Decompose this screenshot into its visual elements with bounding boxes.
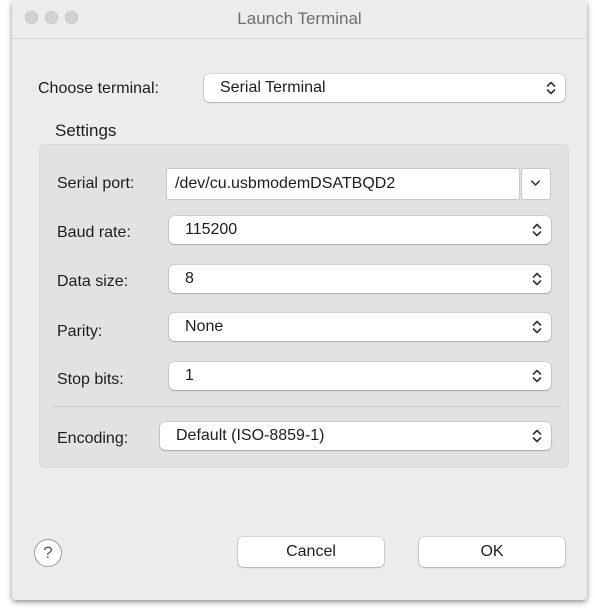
stop-bits-value: 1 <box>185 367 194 384</box>
ok-button[interactable]: OK <box>419 537 565 567</box>
settings-group-title: Settings <box>55 121 117 140</box>
updown-chevron-icon <box>532 272 542 286</box>
choose-terminal-label: Choose terminal: <box>38 80 159 97</box>
choose-terminal-popup[interactable]: Serial Terminal <box>204 74 565 102</box>
stop-bits-label: Stop bits: <box>57 371 124 388</box>
serial-port-label: Serial port: <box>57 175 135 192</box>
baud-rate-label: Baud rate: <box>57 224 131 241</box>
chevron-down-icon <box>531 180 541 186</box>
updown-chevron-icon <box>532 223 542 237</box>
title-bar: Launch Terminal <box>12 0 587 39</box>
updown-chevron-icon <box>532 369 542 383</box>
cancel-button[interactable]: Cancel <box>238 537 384 567</box>
stop-bits-popup[interactable]: 1 <box>169 362 551 390</box>
settings-separator <box>52 406 562 407</box>
data-size-value: 8 <box>185 270 194 287</box>
serial-port-dropdown-button[interactable] <box>521 168 551 200</box>
parity-label: Parity: <box>57 323 103 340</box>
launch-terminal-dialog: Launch Terminal Choose terminal: Serial … <box>12 0 587 600</box>
encoding-label: Encoding: <box>57 430 129 447</box>
serial-port-value: /dev/cu.usbmodemDSATBQD2 <box>175 175 396 192</box>
parity-popup[interactable]: None <box>169 313 551 341</box>
parity-value: None <box>185 318 224 335</box>
baud-rate-popup[interactable]: 115200 <box>169 216 551 244</box>
help-icon[interactable]: ? <box>34 539 62 567</box>
data-size-popup[interactable]: 8 <box>169 265 551 293</box>
choose-terminal-value: Serial Terminal <box>220 79 326 96</box>
baud-rate-value: 115200 <box>185 221 238 238</box>
updown-chevron-icon <box>546 81 556 95</box>
updown-chevron-icon <box>532 320 542 334</box>
encoding-value: Default (ISO-8859-1) <box>176 427 325 444</box>
updown-chevron-icon <box>532 429 542 443</box>
window-title: Launch Terminal <box>237 9 362 28</box>
data-size-label: Data size: <box>57 273 129 290</box>
serial-port-field[interactable]: /dev/cu.usbmodemDSATBQD2 <box>166 168 520 200</box>
encoding-popup[interactable]: Default (ISO-8859-1) <box>160 422 551 450</box>
